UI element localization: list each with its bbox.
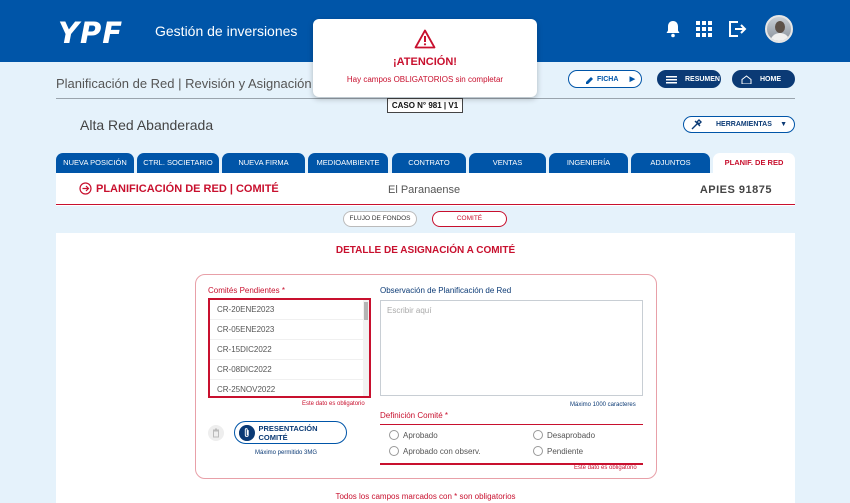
apps-grid-icon[interactable]	[693, 18, 715, 40]
radio-pendiente[interactable]: Pendiente	[533, 446, 583, 456]
user-avatar[interactable]	[765, 15, 793, 43]
home-label: HOME	[760, 75, 781, 83]
circle-arrow-icon	[79, 182, 92, 195]
tab-medioambiente[interactable]: MEDIOAMBIENTE	[308, 153, 388, 173]
comites-label: Comités Pendientes *	[208, 286, 285, 295]
list-item[interactable]: CR-15DIC2022	[210, 340, 364, 360]
radio-aprobado[interactable]: Aprobado	[389, 430, 438, 440]
tools-icon	[691, 118, 702, 129]
radio-circle[interactable]	[389, 430, 399, 440]
radio-circle[interactable]	[533, 446, 543, 456]
max-chars-hint: Máximo 1000 caracteres	[570, 402, 636, 408]
presentacion-label: PRESENTACIÓN COMITÉ	[258, 423, 318, 442]
list-item[interactable]: CR-08DIC2022	[210, 360, 364, 380]
tab-ctrl-societario[interactable]: CTRL. SOCIETARIO	[137, 153, 219, 173]
section-title-text: PLANIFICACIÓN DE RED | COMITÉ	[96, 182, 279, 195]
radio-aprobado-con-observ[interactable]: Aprobado con observ.	[389, 446, 481, 456]
apies-code: APIES 91875	[699, 184, 772, 196]
ficha-button[interactable]: FICHA ▶	[568, 70, 642, 88]
comites-listbox[interactable]: CR-20ENE2023 CR-05ENE2023 CR-15DIC2022 C…	[208, 298, 371, 398]
scrollbar-thumb[interactable]	[364, 302, 368, 320]
subtab-comite[interactable]: COMITÉ	[432, 211, 507, 227]
radio-circle[interactable]	[533, 430, 543, 440]
tab-contrato[interactable]: CONTRATO	[392, 153, 466, 173]
subtab-flujo-de-fondos[interactable]: FLUJO DE FONDOS	[343, 211, 417, 227]
form-card: Comités Pendientes * CR-20ENE2023 CR-05E…	[195, 274, 657, 479]
radio-label: Aprobado con observ.	[403, 446, 481, 456]
ficha-label: FICHA	[597, 75, 619, 83]
main-tabs: NUEVA POSICIÓN CTRL. SOCIETARIO NUEVA FI…	[56, 153, 795, 173]
tab-ventas[interactable]: VENTAS	[469, 153, 546, 173]
tab-nueva-firma[interactable]: NUEVA FIRMA	[222, 153, 305, 173]
tab-nueva-posicion[interactable]: NUEVA POSICIÓN	[56, 153, 134, 173]
detail-title: DETALLE DE ASIGNACIÓN A COMITÉ	[335, 245, 516, 256]
app-title: Gestión de inversiones	[155, 23, 298, 39]
home-button[interactable]: HOME	[732, 70, 795, 88]
home-icon	[741, 74, 752, 84]
main-panel: PLANIFICACIÓN DE RED | COMITÉ El Paranae…	[56, 173, 795, 503]
paperclip-icon	[239, 424, 255, 441]
alert-message: Hay campos OBLIGATORIOS sin completar	[346, 75, 504, 84]
definicion-required-msg: Este dato es obligatorio	[574, 465, 637, 471]
alert-popup: ¡ATENCIÓN! Hay campos OBLIGATORIOS sin c…	[313, 19, 537, 97]
section-title: PLANIFICACIÓN DE RED | COMITÉ	[79, 182, 279, 195]
radio-circle[interactable]	[389, 446, 399, 456]
radio-label: Aprobado	[403, 430, 438, 440]
herramientas-label: HERRAMIENTAS	[716, 121, 772, 128]
delete-icon[interactable]	[208, 425, 224, 441]
radio-label: Desaprobado	[547, 430, 596, 440]
play-arrow-icon: ▶	[629, 76, 635, 83]
tab-ingenieria[interactable]: INGENIERÍA	[549, 153, 628, 173]
warning-icon	[414, 29, 436, 49]
page-title: Alta Red Abanderada	[80, 117, 214, 133]
list-icon	[666, 75, 677, 83]
radio-label: Pendiente	[547, 446, 584, 456]
tab-planif-de-red[interactable]: PLANIF. DE RED	[713, 153, 795, 173]
required-footnote: Todos los campos marcados con * son obli…	[335, 492, 516, 501]
section-header: PLANIFICACIÓN DE RED | COMITÉ El Paranae…	[56, 173, 795, 205]
tab-adjuntos[interactable]: ADJUNTOS	[631, 153, 710, 173]
resumen-label: RESUMEN	[684, 75, 720, 83]
herramientas-dropdown[interactable]: HERRAMIENTAS ▼	[683, 116, 795, 133]
chevron-down-icon: ▼	[780, 121, 787, 128]
radio-desaprobado[interactable]: Desaprobado	[533, 430, 595, 440]
ypf-logo[interactable]: YPF	[58, 16, 123, 50]
definicion-label: Definición Comité *	[380, 411, 449, 420]
station-name: El Paranaense	[388, 184, 461, 196]
observacion-textarea[interactable]: Escribir aquí	[380, 300, 643, 396]
list-item[interactable]: CR-20ENE2023	[210, 300, 364, 320]
comites-required-msg: Este dato es obligatorio	[302, 401, 365, 407]
ficha-icon	[586, 77, 593, 84]
max-size-hint: Máximo permitido 3MG	[255, 450, 318, 456]
trash-icon	[213, 428, 219, 438]
subtabs: FLUJO DE FONDOS COMITÉ	[56, 206, 795, 233]
logout-icon[interactable]	[726, 18, 748, 40]
presentacion-comite-button[interactable]: PRESENTACIÓN COMITÉ	[234, 421, 347, 444]
listbox-scrollbar[interactable]	[363, 300, 369, 396]
list-item[interactable]: CR-05ENE2023	[210, 320, 364, 340]
observacion-label: Observación de Planificación de Red	[380, 286, 512, 295]
list-item[interactable]: CR-25NOV2022	[210, 380, 364, 396]
resumen-button[interactable]: RESUMEN	[657, 70, 721, 88]
observacion-placeholder: Escribir aquí	[387, 306, 432, 315]
alert-title: ¡ATENCIÓN!	[393, 56, 457, 68]
definicion-divider	[380, 424, 643, 425]
bell-icon[interactable]	[662, 18, 684, 40]
caso-badge: CASO N° 981 | V1	[387, 98, 463, 113]
